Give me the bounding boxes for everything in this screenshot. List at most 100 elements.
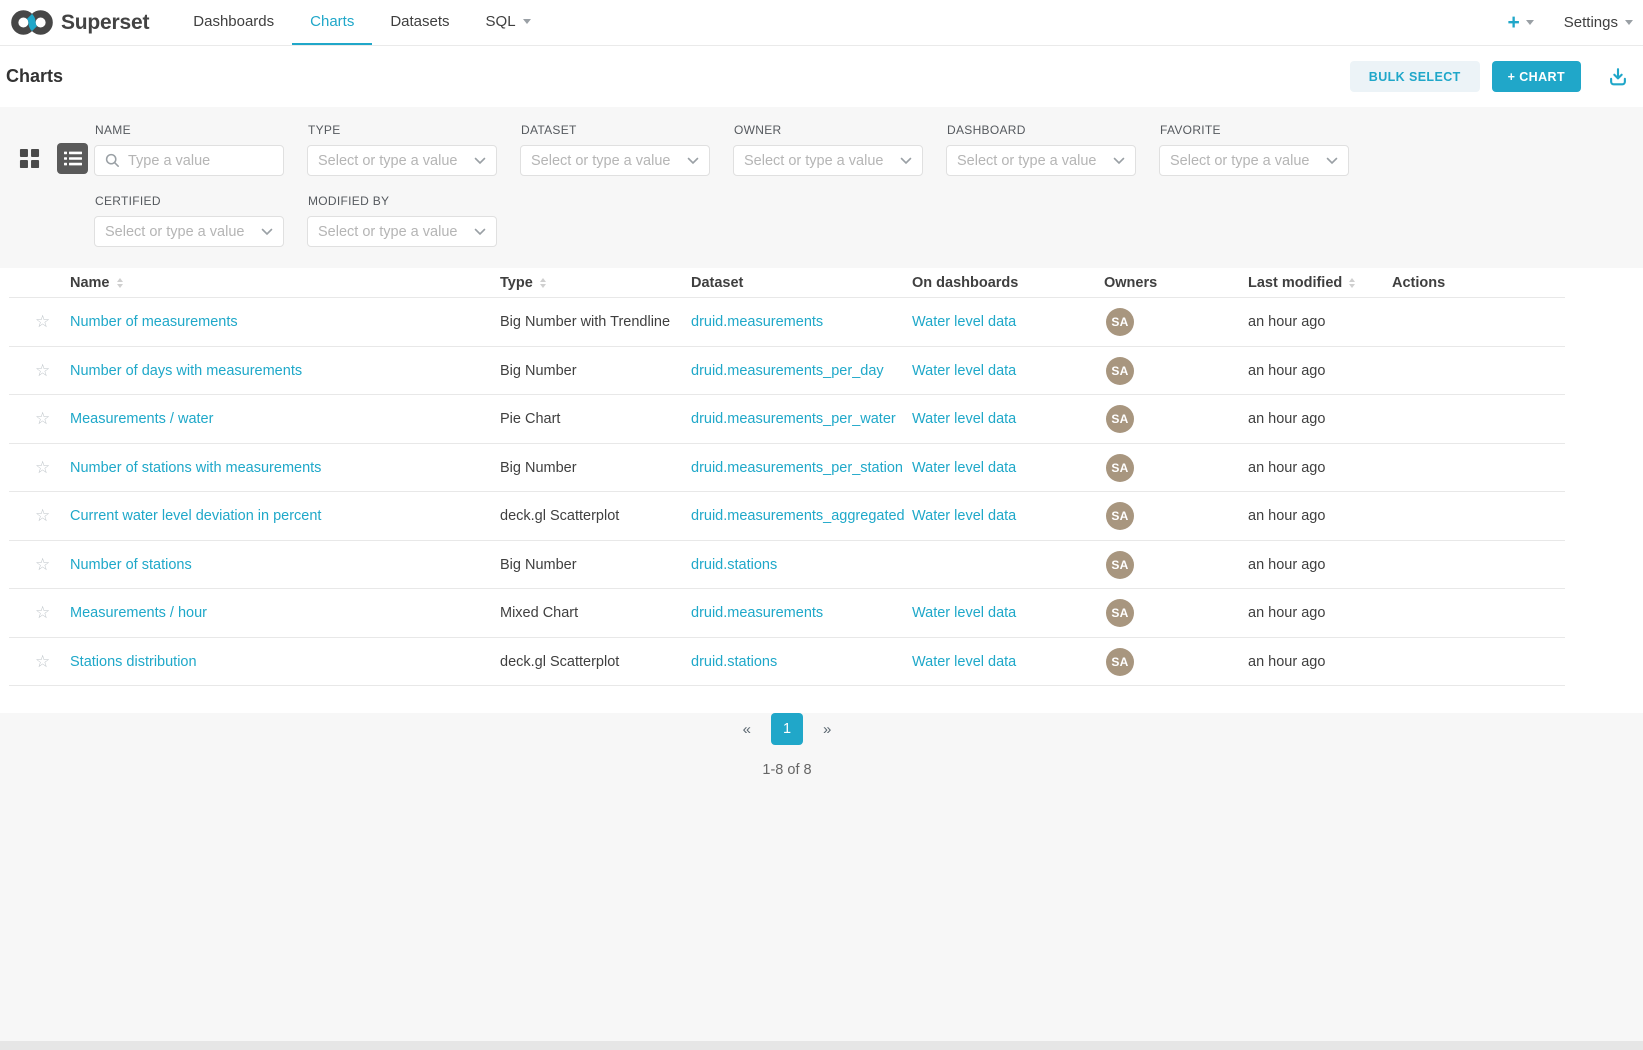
nav-item-label: Dashboards [193,13,274,30]
table-row: ☆Measurements / hourMixed Chartdruid.mea… [0,589,1643,638]
primary-nav: Dashboards ChartsDatasetsSQL [175,0,548,45]
dashboard-link[interactable]: Water level data [912,411,1016,427]
chart-name-link[interactable]: Number of stations with measurements [70,460,321,476]
dataset-link[interactable]: druid.stations [691,557,777,573]
type-filter-control[interactable]: Select or type a value [307,145,497,176]
nav-right: + Settings [1508,0,1643,45]
filter-placeholder: Select or type a value [318,224,474,240]
dataset-filter-control[interactable]: Select or type a value [520,145,710,176]
card-view-toggle[interactable] [14,143,45,174]
dashboard-link[interactable]: Water level data [912,508,1016,524]
filter-type: TYPESelect or type a value [307,117,497,176]
star-icon[interactable]: ☆ [35,506,50,525]
chart-name-link[interactable]: Stations distribution [70,654,197,670]
owner-filter-control[interactable]: Select or type a value [733,145,923,176]
filter-placeholder: Select or type a value [531,153,687,169]
bulk-select-button[interactable]: BULK SELECT [1350,61,1480,92]
filter-placeholder: Select or type a value [957,153,1113,169]
nav-item-dashboards[interactable]: Dashboards [175,0,292,45]
owner-avatar: SA [1106,454,1134,482]
column-header-type[interactable]: Type [500,275,691,291]
header-actions: BULK SELECT + CHART [1350,61,1629,92]
column-header-last-modified[interactable]: Last modified [1248,275,1392,291]
name-cell: Number of measurements [70,314,500,330]
filter-row-2: CERTIFIEDSelect or type a valueMODIFIED … [94,188,1349,247]
brand[interactable]: Superset [10,0,163,45]
star-icon[interactable]: ☆ [35,409,50,428]
chart-name-link[interactable]: Number of days with measurements [70,363,302,379]
star-icon[interactable]: ☆ [35,458,50,477]
dataset-link[interactable]: druid.measurements [691,314,823,330]
table-body: ☆Number of measurementsBig Number with T… [0,298,1643,686]
dashboard-filter-control[interactable]: Select or type a value [946,145,1136,176]
type-cell: deck.gl Scatterplot [500,654,691,670]
nav-item-sql[interactable]: SQL [468,0,549,45]
star-icon[interactable]: ☆ [35,361,50,380]
last-modified-cell: an hour ago [1248,411,1392,427]
filter-owner: OWNER Select or type a value [733,117,923,176]
pagination-page-1[interactable]: 1 [771,713,803,745]
modified-by-filter-control[interactable]: Select or type a value [307,216,497,247]
owner-avatar: SA [1106,405,1134,433]
dashboard-link[interactable]: Water level data [912,363,1016,379]
nav-item-datasets[interactable]: Datasets [372,0,467,45]
star-icon[interactable]: ☆ [35,312,50,331]
settings-menu-button[interactable]: Settings [1564,14,1633,31]
horizontal-scrollbar[interactable] [0,1041,1643,1050]
sort-icon [540,278,546,288]
dataset-link[interactable]: druid.measurements_aggregated [691,508,905,524]
filter-bar: NAMETYPESelect or type a valueDATASETSel… [0,107,1643,268]
name-filter-input[interactable] [128,153,273,169]
list-view-toggle[interactable] [57,143,88,174]
pagination-next-button[interactable]: » [817,717,837,742]
chart-name-link[interactable]: Measurements / water [70,411,213,427]
star-icon[interactable]: ☆ [35,652,50,671]
name-filter-control[interactable] [94,145,284,176]
dashboard-link[interactable]: Water level data [912,605,1016,621]
dataset-link[interactable]: druid.measurements_per_water [691,411,896,427]
star-icon[interactable]: ☆ [35,555,50,574]
dashboards-cell: Water level data [912,654,1104,670]
favorite-filter-control[interactable]: Select or type a value [1159,145,1349,176]
owner-avatar: SA [1106,357,1134,385]
type-cell: Pie Chart [500,411,691,427]
dashboards-cell: Water level data [912,508,1104,524]
column-header-name[interactable]: Name [70,275,500,291]
dashboard-link[interactable]: Water level data [912,314,1016,330]
chart-name-link[interactable]: Number of stations [70,557,192,573]
filter-label: OWNER [734,123,923,137]
column-header-label: On dashboards [912,275,1018,291]
dataset-cell: druid.measurements_aggregated [691,508,912,524]
filter-placeholder: Select or type a value [318,153,474,169]
name-cell: Stations distribution [70,654,500,670]
owners-cell: SA [1104,599,1248,627]
dataset-link[interactable]: druid.measurements [691,605,823,621]
download-icon [1607,66,1629,88]
last-modified-cell: an hour ago [1248,314,1392,330]
dashboard-link[interactable]: Water level data [912,460,1016,476]
new-menu-button[interactable]: + [1508,12,1534,33]
star-icon[interactable]: ☆ [35,603,50,622]
page-title: Charts [6,66,63,87]
page-header: Charts BULK SELECT + CHART [0,46,1643,107]
new-chart-button[interactable]: + CHART [1492,61,1581,92]
name-cell: Number of days with measurements [70,363,500,379]
pagination-prev-button[interactable]: « [737,717,757,742]
dataset-link[interactable]: druid.measurements_per_station [691,460,903,476]
dataset-link[interactable]: druid.stations [691,654,777,670]
column-header-label: Actions [1392,275,1445,291]
chart-name-link[interactable]: Current water level deviation in percent [70,508,321,524]
dashboard-link[interactable]: Water level data [912,654,1016,670]
last-modified-cell: an hour ago [1248,605,1392,621]
view-mode-toggle [14,143,88,174]
table-row: ☆Number of stations with measurementsBig… [0,444,1643,493]
chart-name-link[interactable]: Measurements / hour [70,605,207,621]
column-header-dataset: Dataset [691,275,912,291]
dataset-link[interactable]: druid.measurements_per_day [691,363,884,379]
filter-placeholder: Select or type a value [105,224,261,240]
nav-item-charts[interactable]: Charts [292,0,372,45]
name-cell: Measurements / water [70,411,500,427]
chart-name-link[interactable]: Number of measurements [70,314,238,330]
export-charts-button[interactable] [1607,66,1629,88]
certified-filter-control[interactable]: Select or type a value [94,216,284,247]
